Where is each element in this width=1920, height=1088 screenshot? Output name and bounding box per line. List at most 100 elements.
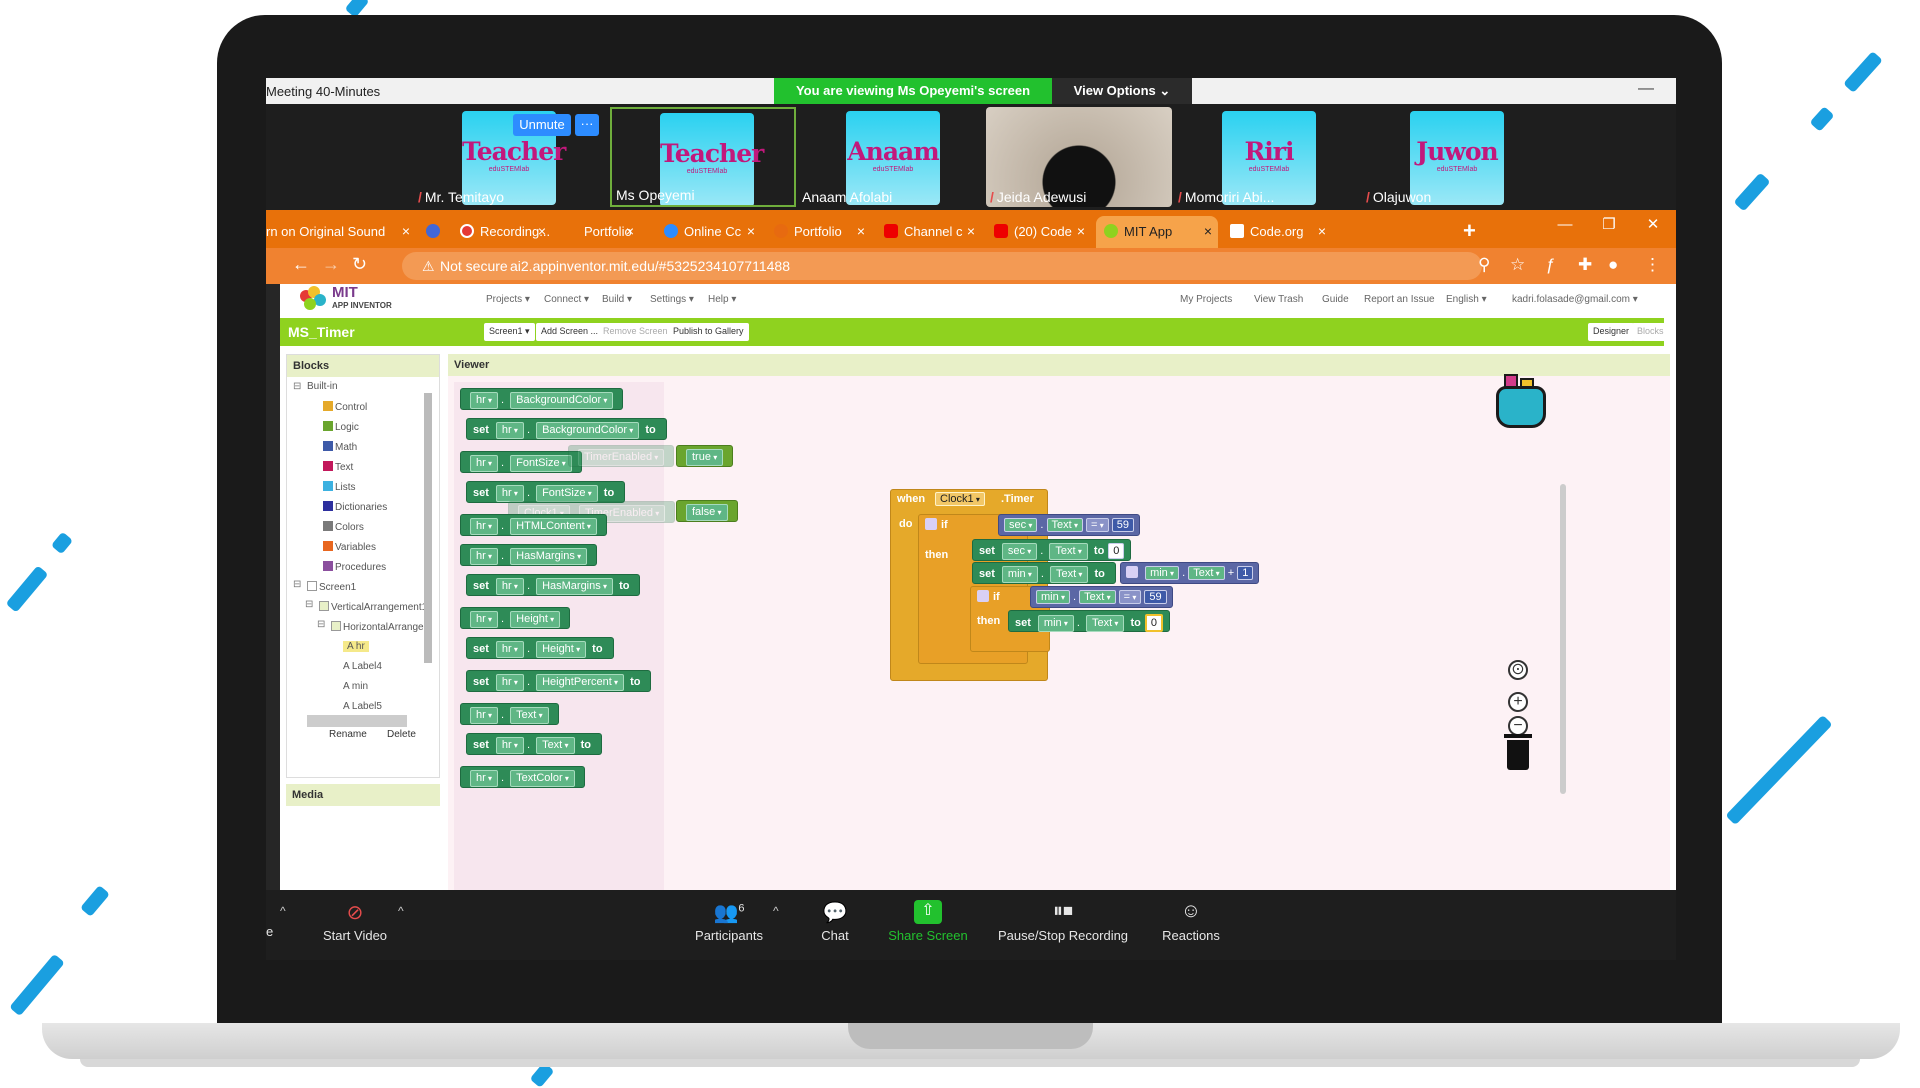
close-icon[interactable]: × bbox=[402, 223, 410, 239]
blocks-button[interactable]: Blocks bbox=[1632, 323, 1669, 341]
collapse-icon[interactable]: ⊟ bbox=[317, 619, 325, 630]
reactions-button[interactable]: ☺ Reactions bbox=[1146, 900, 1236, 943]
browser-tab[interactable]: (20) Code × bbox=[986, 216, 1091, 248]
property-dropdown[interactable]: FontSize bbox=[536, 485, 598, 502]
tree-screen1[interactable]: Screen1 bbox=[307, 581, 356, 593]
setter-block-sec-text[interactable]: setsec. Text to0 bbox=[972, 539, 1132, 561]
property-dropdown[interactable]: TextColor bbox=[510, 770, 575, 787]
chat-button[interactable]: 💬 Chat bbox=[800, 900, 870, 943]
tree-built-in[interactable]: Built-in bbox=[307, 381, 338, 392]
close-icon[interactable]: × bbox=[857, 223, 865, 239]
menu-account[interactable]: kadri.folasade@gmail.com ▾ bbox=[1512, 294, 1638, 305]
zoom-in-icon[interactable]: + bbox=[1508, 692, 1528, 712]
chevron-up-icon[interactable]: ^ bbox=[398, 904, 404, 918]
start-video-button[interactable]: ⊘ Start Video bbox=[310, 900, 400, 943]
setter-block-text[interactable]: sethr. Text to bbox=[466, 733, 602, 755]
component-dropdown[interactable]: hr bbox=[495, 674, 524, 691]
menu-language[interactable]: English ▾ bbox=[1446, 294, 1487, 305]
browser-tab[interactable]: Portfolio × bbox=[766, 216, 871, 248]
zoom-lens-icon[interactable]: ⚲ bbox=[1478, 255, 1490, 275]
component-dropdown[interactable]: hr bbox=[470, 707, 499, 724]
property-dropdown[interactable]: Text bbox=[1050, 566, 1089, 583]
close-icon[interactable]: × bbox=[1204, 223, 1212, 239]
component-dropdown[interactable]: hr bbox=[495, 485, 524, 502]
property-dropdown[interactable]: Text bbox=[510, 707, 549, 724]
menu-connect[interactable]: Connect ▾ bbox=[544, 294, 589, 305]
tree-item-label4[interactable]: A Label4 bbox=[343, 661, 382, 672]
collapse-icon[interactable]: ⊟ bbox=[305, 599, 313, 610]
category-colors[interactable]: Colors bbox=[323, 521, 364, 533]
rename-button[interactable]: Rename bbox=[329, 729, 367, 740]
component-dropdown[interactable]: min bbox=[1036, 590, 1070, 604]
bookmark-star-icon[interactable]: ☆ bbox=[1510, 255, 1525, 275]
collapse-icon[interactable]: ⊟ bbox=[293, 579, 301, 590]
setter-block-hasmargins[interactable]: sethr. HasMargins to bbox=[466, 574, 641, 596]
category-text[interactable]: Text bbox=[323, 461, 353, 473]
url-field[interactable]: ⚠ Not secure ai2.appinventor.mit.edu/#53… bbox=[402, 252, 1482, 280]
category-math[interactable]: Math bbox=[323, 441, 357, 453]
setter-block-backgroundcolor[interactable]: sethr. BackgroundColor to bbox=[466, 418, 667, 440]
setter-block-min-text-reset[interactable]: setmin. Text to0 bbox=[1008, 610, 1171, 632]
publish-gallery-button[interactable]: Publish to Gallery bbox=[668, 323, 749, 341]
trash-icon[interactable] bbox=[1504, 734, 1532, 770]
category-procedures[interactable]: Procedures bbox=[323, 561, 386, 573]
getter-block-htmlcontent[interactable]: hr. HTMLContent bbox=[460, 514, 607, 536]
participant-tile[interactable]: Anaam eduSTEMlab Anaam Afolabi bbox=[798, 107, 984, 207]
property-dropdown[interactable]: Text bbox=[1079, 590, 1116, 604]
zoom-out-icon[interactable]: − bbox=[1508, 716, 1528, 736]
category-lists[interactable]: Lists bbox=[323, 481, 356, 493]
mutator-gear-icon[interactable] bbox=[1126, 566, 1138, 578]
participants-button[interactable]: 👥6 Participants bbox=[684, 900, 774, 943]
setter-block-height[interactable]: sethr. Height to bbox=[466, 637, 614, 659]
property-dropdown[interactable]: Text bbox=[1188, 566, 1225, 580]
component-dropdown[interactable]: hr bbox=[495, 422, 524, 439]
tree-vertical-arrangement[interactable]: VerticalArrangement1 bbox=[319, 601, 427, 613]
menu-help[interactable]: Help ▾ bbox=[708, 294, 736, 305]
getter-block-text[interactable]: hr. Text bbox=[460, 703, 559, 725]
property-dropdown[interactable]: FontSize bbox=[510, 455, 572, 472]
component-dropdown[interactable]: min bbox=[1037, 615, 1074, 632]
tree-horizontal-arrangement[interactable]: HorizontalArranger bbox=[331, 621, 427, 633]
screen-select-button[interactable]: Screen1 ▾ bbox=[484, 323, 535, 341]
true-block[interactable]: true bbox=[676, 445, 734, 467]
property-dropdown[interactable]: HasMargins bbox=[510, 548, 588, 565]
setter-block-heightpercent[interactable]: sethr. HeightPercent to bbox=[466, 670, 652, 692]
tree-item-hr[interactable]: A hr bbox=[343, 641, 369, 652]
property-dropdown[interactable]: HasMargins bbox=[536, 578, 613, 595]
getter-block-textcolor[interactable]: hr. TextColor bbox=[460, 766, 585, 788]
window-restore-icon[interactable]: ❐ bbox=[1588, 210, 1630, 242]
component-dropdown[interactable]: min bbox=[1145, 566, 1180, 580]
category-dictionaries[interactable]: Dictionaries bbox=[323, 501, 387, 513]
profile-icon[interactable]: ● bbox=[1608, 255, 1618, 275]
component-dropdown[interactable]: hr bbox=[470, 548, 499, 565]
number-block-selected[interactable]: 0 bbox=[1144, 614, 1164, 632]
mutator-gear-icon[interactable] bbox=[977, 590, 989, 602]
operator-dropdown[interactable]: = bbox=[1086, 518, 1109, 532]
menu-guide[interactable]: Guide bbox=[1322, 294, 1349, 305]
browser-tab[interactable] bbox=[422, 216, 452, 248]
getter-block-height[interactable]: hr. Height bbox=[460, 607, 571, 629]
browser-tab[interactable]: Recording... × bbox=[452, 216, 552, 248]
add-block-min-plus-1[interactable]: min . Text + 1 bbox=[1120, 562, 1260, 584]
compare-block-sec-eq-59[interactable]: sec . Text = 59 bbox=[998, 514, 1141, 536]
property-dropdown[interactable]: Text bbox=[536, 737, 575, 754]
kebab-menu-icon[interactable]: ⋮ bbox=[1644, 255, 1661, 275]
property-dropdown[interactable]: HeightPercent bbox=[536, 674, 625, 691]
new-tab-button[interactable]: + bbox=[1463, 218, 1476, 244]
close-icon[interactable]: × bbox=[626, 223, 634, 239]
property-dropdown[interactable]: Height bbox=[510, 611, 561, 628]
close-icon[interactable]: × bbox=[747, 223, 755, 239]
chevron-up-icon[interactable]: ^ bbox=[280, 904, 286, 918]
property-dropdown[interactable]: Text bbox=[1049, 543, 1088, 560]
property-dropdown[interactable]: HTMLContent bbox=[510, 518, 597, 535]
view-options-button[interactable]: View Options ⌄ bbox=[1052, 78, 1192, 104]
component-dropdown[interactable]: Clock1 bbox=[935, 492, 985, 506]
browser-tab[interactable]: Online Cc × bbox=[656, 216, 761, 248]
remove-screen-button[interactable]: Remove Screen bbox=[598, 323, 673, 341]
window-close-icon[interactable]: ✕ bbox=[1632, 210, 1674, 242]
add-screen-button[interactable]: Add Screen ... bbox=[536, 323, 604, 341]
component-dropdown[interactable]: hr bbox=[470, 392, 499, 409]
property-dropdown[interactable]: BackgroundColor bbox=[510, 392, 614, 409]
menu-projects[interactable]: Projects ▾ bbox=[486, 294, 530, 305]
close-icon[interactable]: × bbox=[967, 223, 975, 239]
